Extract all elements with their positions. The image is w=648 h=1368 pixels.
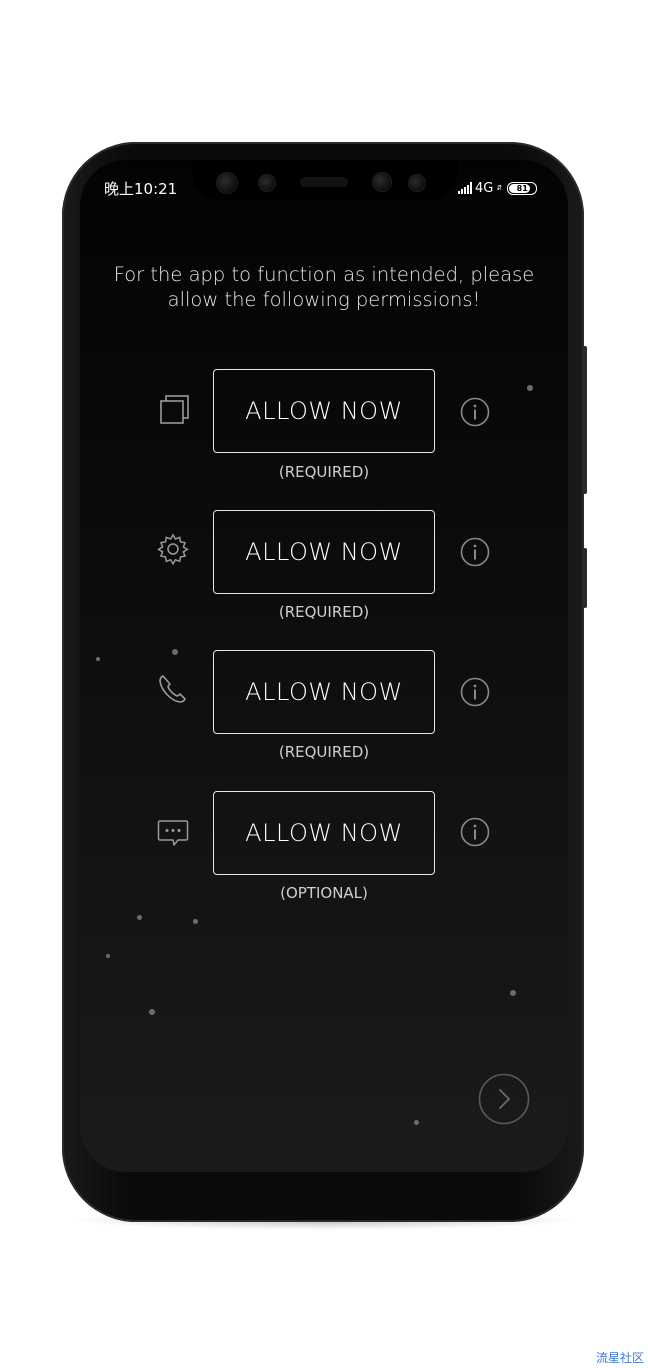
- particle: [193, 919, 198, 924]
- particle: [414, 1120, 419, 1125]
- phone-icon: [156, 672, 190, 706]
- particle: [106, 954, 110, 958]
- allow-sms-button[interactable]: ALLOW NOW: [213, 791, 435, 875]
- sensor: [258, 174, 276, 192]
- network-type: 4G: [475, 180, 494, 196]
- allow-settings-button[interactable]: ALLOW NOW: [213, 510, 435, 594]
- particle: [527, 385, 533, 391]
- device-mockup: 晚上10:21 4G ⇵ 81 For the app to function …: [0, 0, 648, 1368]
- next-button[interactable]: [478, 1073, 530, 1125]
- power-button: [583, 548, 587, 608]
- allow-overlay-button[interactable]: ALLOW NOW: [213, 369, 435, 453]
- status-time: 晚上10:21: [104, 180, 178, 198]
- front-camera-secondary: [372, 172, 392, 192]
- particle: [149, 1009, 155, 1015]
- battery-icon: 81: [507, 181, 538, 195]
- particle: [172, 649, 178, 655]
- particle: [96, 657, 100, 661]
- particle: [137, 915, 142, 920]
- info-icon[interactable]: [460, 817, 490, 847]
- gear-icon: [156, 532, 190, 566]
- permissions-intro-text: For the app to function as intended, ple…: [113, 263, 535, 311]
- particle: [510, 990, 516, 996]
- permission-status-label: (OPTIONAL): [280, 884, 368, 902]
- permission-status-label: (REQUIRED): [278, 743, 370, 761]
- front-camera: [216, 172, 238, 194]
- signal-icon: [458, 182, 472, 194]
- allow-phone-button[interactable]: ALLOW NOW: [213, 650, 435, 734]
- volume-button: [583, 346, 587, 494]
- sensor: [408, 174, 426, 192]
- chevron-right-icon: [478, 1073, 530, 1125]
- sms-bubble-icon: [156, 816, 190, 850]
- permission-status-label: (REQUIRED): [278, 603, 370, 621]
- watermark: 流星社区: [595, 1351, 644, 1365]
- battery-level: 81: [516, 183, 528, 193]
- earpiece-speaker: [300, 177, 348, 187]
- hd-indicator: ⇵: [496, 184, 503, 192]
- status-icons: 4G ⇵ 81: [458, 178, 538, 198]
- info-icon[interactable]: [460, 537, 490, 567]
- overlay-windows-icon: [158, 394, 192, 428]
- info-icon[interactable]: [460, 677, 490, 707]
- info-icon[interactable]: [460, 397, 490, 427]
- permission-status-label: (REQUIRED): [278, 463, 370, 481]
